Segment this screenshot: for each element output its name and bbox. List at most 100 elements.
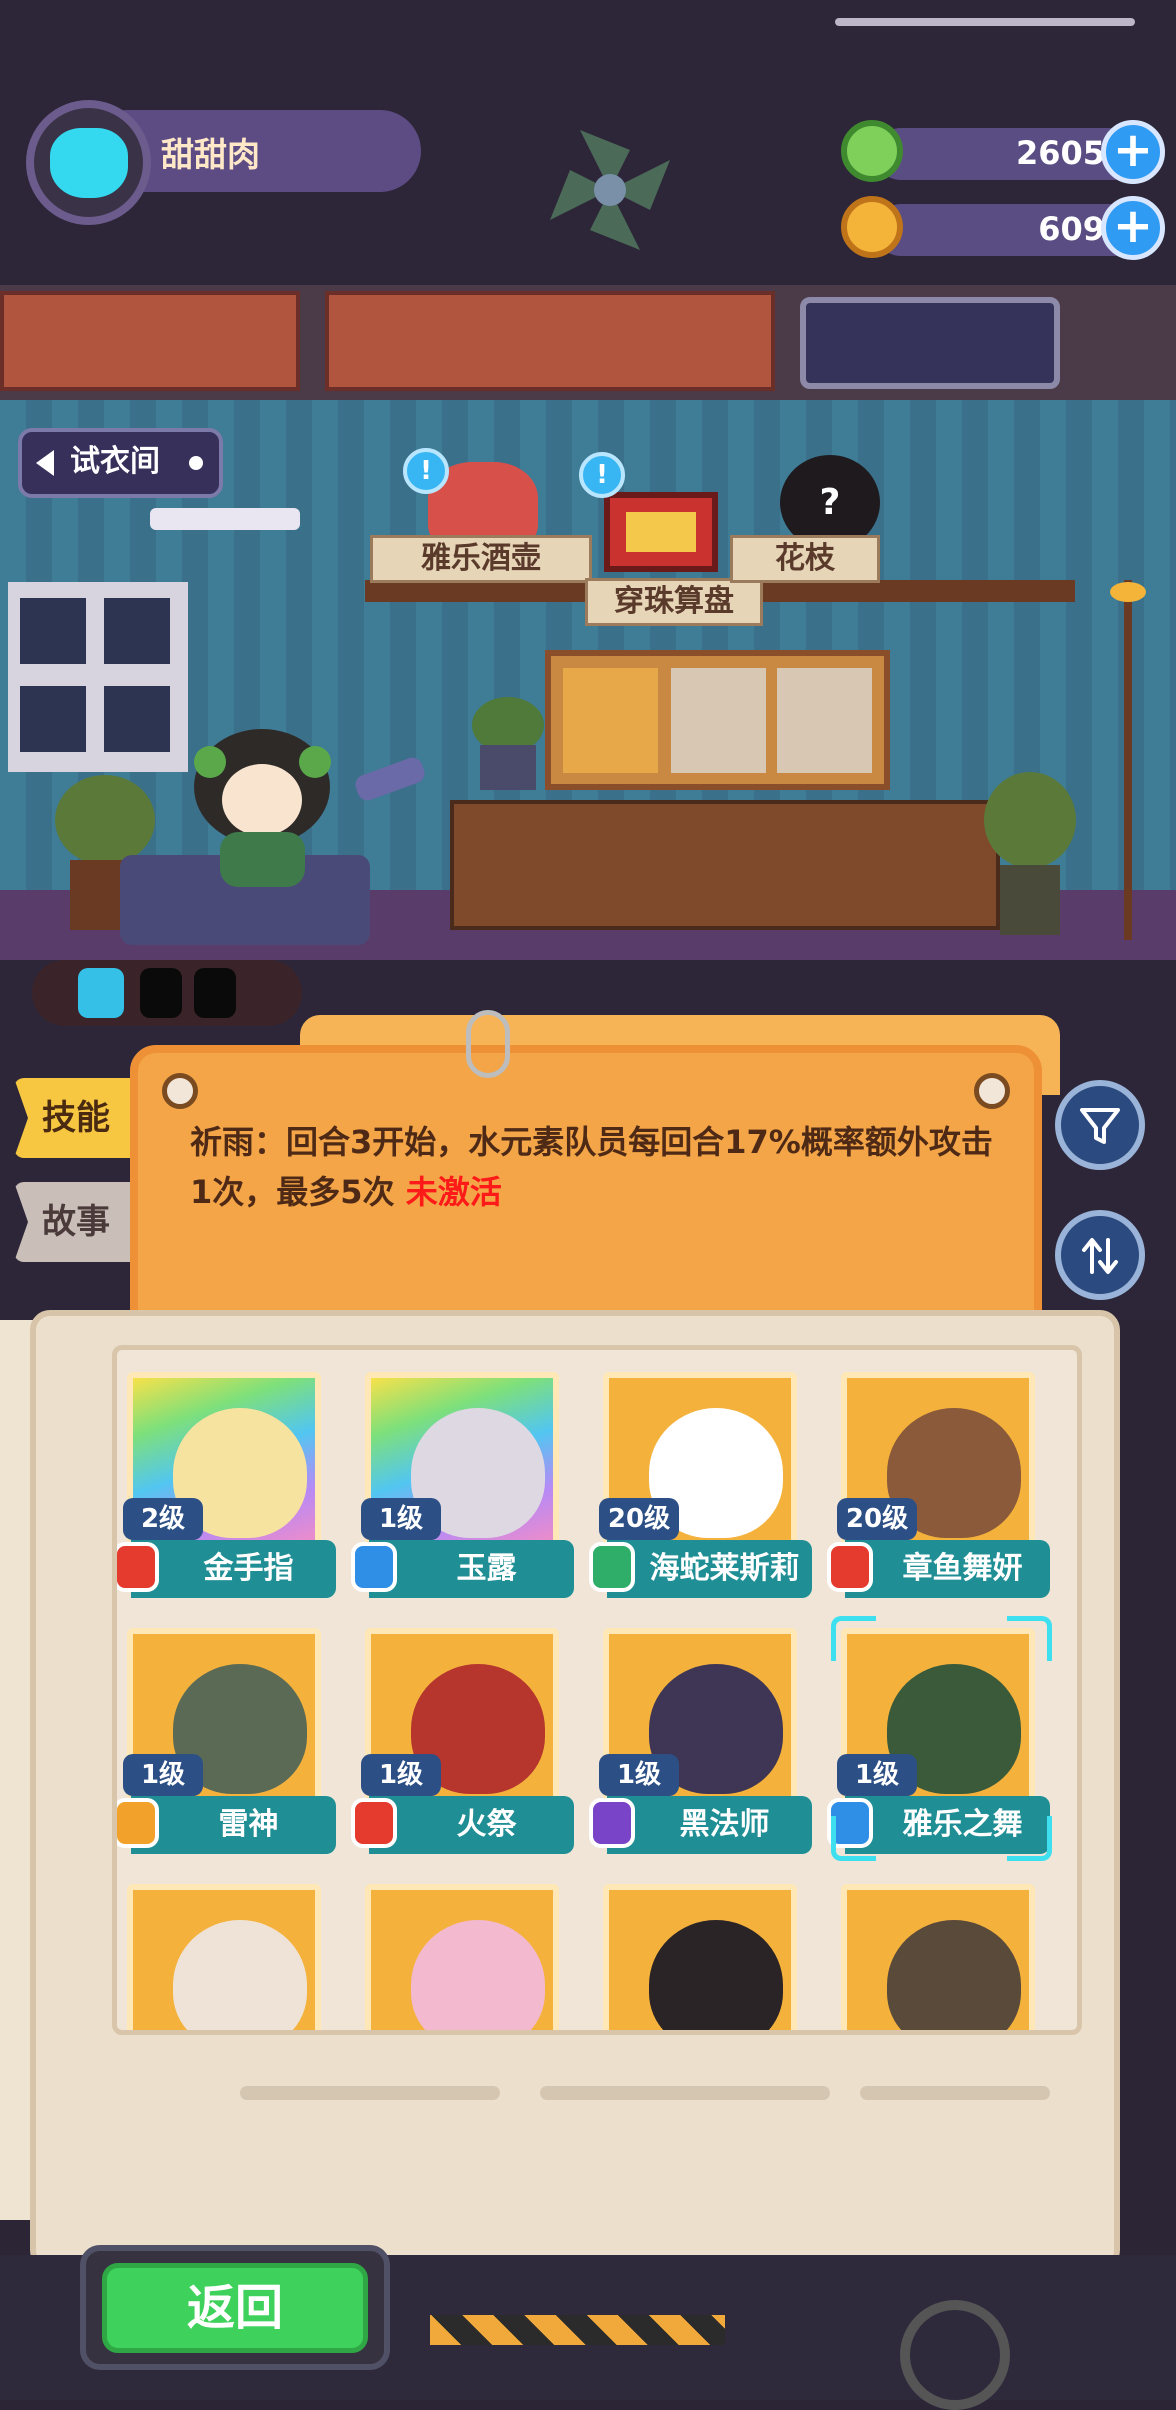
filter-button[interactable] [1055, 1080, 1145, 1170]
character-name: 雷神 [131, 1796, 336, 1854]
character-name: 火祭 [369, 1796, 574, 1854]
level-badge: 2级 [123, 1498, 203, 1540]
selection-bracket [831, 1616, 876, 1661]
element-icon [117, 1798, 159, 1848]
level-badge: 20级 [599, 1498, 679, 1540]
showcase-slot[interactable] [671, 668, 766, 773]
element-icon [351, 1542, 397, 1592]
element-icon [589, 1798, 635, 1848]
level-badge: 1级 [123, 1754, 203, 1796]
telescope-icon [345, 756, 433, 811]
coin-counter: 609 + [835, 196, 1165, 260]
level-badge: 1级 [599, 1754, 679, 1796]
info-bubble-icon[interactable]: ! [579, 452, 625, 498]
item-label-flower-branch: 花枝 [730, 535, 880, 583]
info-bubble-icon[interactable]: ! [403, 448, 449, 494]
display-showcase[interactable] [545, 650, 890, 790]
gem-counter: 2605 + [835, 120, 1165, 184]
selection-bracket [1007, 1616, 1052, 1661]
coin-icon [841, 196, 903, 258]
coin-amount: 609 [1038, 210, 1105, 248]
character-card[interactable] [117, 1872, 331, 2030]
drawer-left [0, 291, 300, 391]
cat-avatar-icon [50, 128, 128, 198]
player-profile[interactable]: 甜甜肉 [26, 100, 421, 225]
energy-slots [32, 960, 302, 1026]
element-icon [117, 1542, 159, 1592]
status-indicator [835, 18, 1135, 26]
portrait-frame [127, 1884, 321, 2030]
character-card[interactable]: 玉露 1级 [351, 1360, 574, 1600]
skill-text: 祈雨：回合3开始，水元素队员每回合17%概率额外攻击1次，最多5次 [190, 1123, 993, 1211]
coat-rack [1098, 580, 1158, 940]
character-card[interactable] [355, 1872, 569, 2030]
blurred-text [240, 2086, 1050, 2100]
portrait-frame [841, 1884, 1035, 2030]
selection-bracket [1007, 1816, 1052, 1861]
level-badge: 1级 [361, 1754, 441, 1796]
skill-card: 祈雨：回合3开始，水元素队员每回合17%概率额外攻击1次，最多5次 未激活 [130, 1045, 1042, 1335]
gem-icon [841, 120, 903, 182]
character-name: 玉露 [369, 1540, 574, 1598]
pin-icon [162, 1073, 198, 1109]
character-card[interactable]: 火祭 1级 [351, 1616, 574, 1856]
skill-description: 祈雨：回合3开始，水元素队员每回合17%概率额外攻击1次，最多5次 未激活 [190, 1117, 1010, 1217]
portrait-frame [603, 1884, 797, 2030]
character-card[interactable]: 海蛇莱斯莉 20级 [589, 1360, 812, 1600]
level-badge: 20级 [837, 1498, 917, 1540]
portrait-frame [365, 1884, 559, 2030]
back-button-frame: 返回 [80, 2245, 390, 2370]
sort-icon [1082, 1238, 1118, 1274]
fitting-room-button[interactable]: 试衣间 [18, 428, 223, 498]
fitting-room-label: 试衣间 [70, 444, 160, 479]
character-portrait [411, 1920, 545, 2030]
character-portrait [173, 1920, 307, 2030]
character-sprite[interactable] [180, 722, 345, 892]
avatar[interactable] [26, 100, 151, 225]
gem-amount: 2605 [1015, 134, 1105, 172]
character-card[interactable]: 雅乐之舞 1级 [827, 1616, 1052, 1861]
pin-icon [974, 1073, 1010, 1109]
window [8, 582, 188, 772]
sort-button[interactable] [1055, 1210, 1145, 1300]
plant-icon [468, 690, 548, 790]
level-badge: 1级 [361, 1498, 441, 1540]
element-icon [827, 1542, 873, 1592]
selection-bracket [831, 1816, 876, 1861]
ghost-panel [800, 297, 1060, 389]
element-icon [351, 1798, 397, 1848]
fan-icon [540, 120, 680, 260]
showcase-slot[interactable] [563, 668, 658, 773]
tab-story[interactable]: 故事 [14, 1182, 134, 1262]
paper-clip-icon [466, 1010, 510, 1078]
cabinet [450, 800, 1000, 930]
character-card[interactable] [831, 1872, 1045, 2030]
character-card[interactable]: 黑法师 1级 [589, 1616, 812, 1856]
tab-skill[interactable]: 技能 [14, 1078, 134, 1158]
character-name: 海蛇莱斯莉 [607, 1540, 812, 1598]
abacus-icon[interactable] [604, 492, 718, 572]
showcase-slot[interactable] [777, 668, 872, 773]
energy-icon [78, 968, 124, 1018]
character-card[interactable]: 雷神 1级 [117, 1616, 336, 1856]
gear-icon [900, 2300, 1010, 2410]
character-card[interactable] [593, 1872, 807, 2030]
plant-icon [980, 760, 1080, 935]
character-grid: 金手指 2级 玉露 1级 海蛇莱斯莉 20级 章鱼舞妍 20级 雷神 1级 火祭 1级 黑法师 1级 雅乐之… [112, 1345, 1082, 2035]
character-name: 金手指 [131, 1540, 336, 1598]
add-gem-button[interactable]: + [1101, 120, 1165, 184]
lamp [150, 508, 300, 530]
skill-status: 未激活 [405, 1173, 502, 1211]
filter-icon [1080, 1108, 1120, 1144]
hazard-stripe [430, 2315, 725, 2345]
add-coin-button[interactable]: + [1101, 196, 1165, 260]
character-portrait [649, 1920, 783, 2030]
back-button[interactable]: 返回 [102, 2263, 368, 2353]
character-card[interactable]: 金手指 2级 [117, 1360, 336, 1600]
level-badge: 1级 [837, 1754, 917, 1796]
back-arrow-icon [36, 450, 54, 476]
item-label-wine-jug: 雅乐酒壶 [370, 535, 592, 583]
character-card[interactable]: 章鱼舞妍 20级 [827, 1360, 1050, 1600]
dot-icon [189, 456, 203, 470]
player-name: 甜甜肉 [161, 135, 260, 174]
